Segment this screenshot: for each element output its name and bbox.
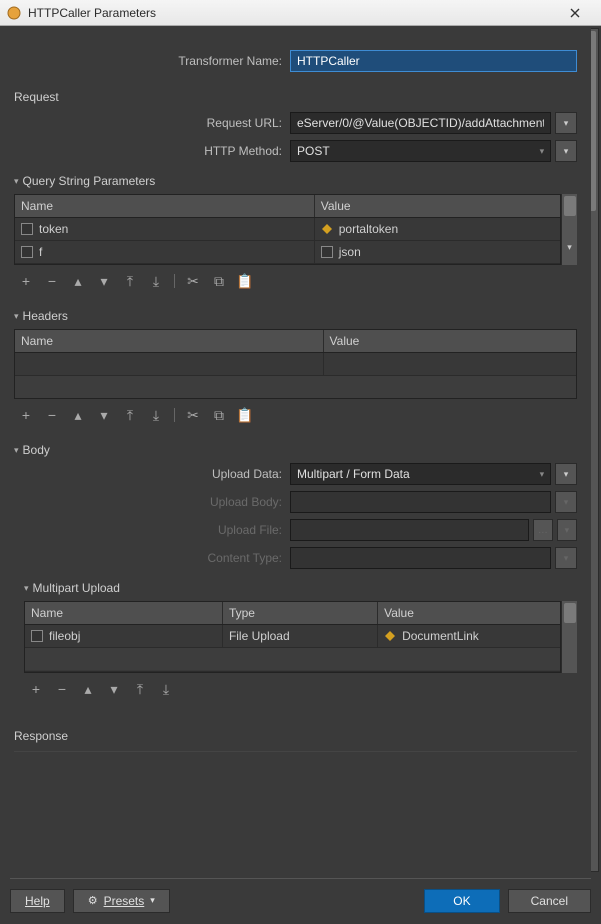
move-bottom-button[interactable]: ⤓: [148, 273, 164, 289]
copy-button[interactable]: ⧉: [211, 407, 227, 423]
chevron-down-icon: ▾: [540, 146, 545, 157]
http-method-menu-button[interactable]: ▾: [555, 140, 577, 162]
request-url-input[interactable]: [290, 112, 551, 134]
multipart-value-header: Value: [378, 602, 560, 624]
response-section-title: Response: [14, 729, 577, 743]
headers-section-toggle[interactable]: ▾ Headers: [14, 309, 577, 323]
triangle-down-icon: ▾: [24, 583, 29, 594]
move-down-button[interactable]: ▾: [106, 681, 122, 697]
ok-button[interactable]: OK: [424, 889, 499, 913]
table-row[interactable]: [15, 376, 576, 398]
help-button[interactable]: Help: [10, 889, 65, 913]
attribute-icon: [21, 246, 33, 258]
headers-value-header: Value: [324, 330, 576, 352]
transformer-name-label: Transformer Name:: [14, 54, 290, 68]
move-down-button[interactable]: ▾: [96, 273, 112, 289]
multipart-table-scrollbar[interactable]: [561, 601, 577, 673]
query-table: Name Value token portaltoken f json: [14, 194, 561, 265]
remove-row-button[interactable]: −: [54, 681, 70, 697]
transformer-name-input[interactable]: [290, 50, 577, 72]
parameter-icon: [321, 223, 333, 235]
query-value-header: Value: [315, 195, 560, 217]
table-row[interactable]: [25, 648, 560, 672]
multipart-type-header: Type: [223, 602, 378, 624]
bottom-bar: Help ⚙Presets▾ OK Cancel: [10, 878, 591, 914]
triangle-down-icon: ▾: [14, 445, 19, 456]
window-title: HTTPCaller Parameters: [28, 6, 555, 20]
upload-body-menu-button: ▾: [555, 491, 577, 513]
paste-button[interactable]: 📋: [237, 273, 253, 289]
content-area: Transformer Name: Request Request URL: ▾…: [10, 26, 591, 874]
move-top-button[interactable]: ⤒: [122, 273, 138, 289]
attribute-icon: [31, 630, 43, 642]
request-section-title: Request: [14, 90, 577, 104]
copy-button[interactable]: ⧉: [211, 273, 227, 289]
gear-icon: ⚙: [88, 894, 98, 907]
query-section-toggle[interactable]: ▾ Query String Parameters: [14, 174, 577, 188]
presets-button[interactable]: ⚙Presets▾: [73, 889, 170, 913]
chevron-down-icon: ▾: [540, 469, 545, 480]
remove-row-button[interactable]: −: [44, 273, 60, 289]
upload-data-select[interactable]: Multipart / Form Data ▾: [290, 463, 551, 485]
triangle-down-icon: ▾: [14, 176, 19, 187]
app-icon: [6, 5, 22, 21]
upload-data-menu-button[interactable]: ▾: [555, 463, 577, 485]
http-method-value: POST: [297, 144, 330, 158]
upload-data-label: Upload Data:: [14, 467, 290, 481]
move-top-button[interactable]: ⤒: [132, 681, 148, 697]
chevron-down-icon: ▾: [150, 895, 155, 906]
upload-body-label: Upload Body:: [14, 495, 290, 509]
move-up-button[interactable]: ▴: [70, 273, 86, 289]
http-method-label: HTTP Method:: [14, 144, 290, 158]
multipart-table: Name Type Value fileobj File Upload Docu…: [24, 601, 561, 673]
headers-name-header: Name: [15, 330, 324, 352]
cut-button[interactable]: ✂: [185, 273, 201, 289]
content-type-menu-button: ▾: [555, 547, 577, 569]
paste-button[interactable]: 📋: [237, 407, 253, 423]
attribute-icon: [21, 223, 33, 235]
upload-file-label: Upload File:: [14, 523, 290, 537]
parameter-icon: [384, 630, 396, 642]
upload-file-menu-button: ▾: [557, 519, 577, 541]
cancel-button[interactable]: Cancel: [508, 889, 591, 913]
query-table-toolbar: + − ▴ ▾ ⤒ ⤓ ✂ ⧉ 📋: [14, 265, 577, 297]
move-top-button[interactable]: ⤒: [122, 407, 138, 423]
move-down-button[interactable]: ▾: [96, 407, 112, 423]
move-bottom-button[interactable]: ⤓: [158, 681, 174, 697]
upload-body-input: [290, 491, 551, 513]
attribute-icon: [321, 246, 333, 258]
remove-row-button[interactable]: −: [44, 407, 60, 423]
table-row[interactable]: [15, 353, 576, 376]
titlebar: HTTPCaller Parameters: [0, 0, 601, 26]
headers-table-toolbar: + − ▴ ▾ ⤒ ⤓ ✂ ⧉ 📋: [14, 399, 577, 431]
request-url-menu-button[interactable]: ▾: [555, 112, 577, 134]
query-table-scrollbar[interactable]: ▾: [561, 194, 577, 265]
multipart-name-header: Name: [25, 602, 223, 624]
table-row[interactable]: fileobj File Upload DocumentLink: [25, 625, 560, 648]
table-row[interactable]: token portaltoken: [15, 218, 560, 241]
query-table-header: Name Value: [15, 195, 560, 218]
upload-file-browse-button: …: [533, 519, 553, 541]
table-row[interactable]: f json: [15, 241, 560, 264]
cut-button[interactable]: ✂: [185, 407, 201, 423]
http-method-select[interactable]: POST ▾: [290, 140, 551, 162]
move-up-button[interactable]: ▴: [70, 407, 86, 423]
query-name-header: Name: [15, 195, 315, 217]
move-up-button[interactable]: ▴: [80, 681, 96, 697]
move-bottom-button[interactable]: ⤓: [148, 407, 164, 423]
content-type-input: [290, 547, 551, 569]
headers-table: Name Value: [14, 329, 577, 399]
close-button[interactable]: [555, 3, 595, 23]
upload-file-input: [290, 519, 529, 541]
multipart-table-toolbar: + − ▴ ▾ ⤒ ⤓: [24, 673, 577, 705]
add-row-button[interactable]: +: [18, 273, 34, 289]
multipart-section-toggle[interactable]: ▾ Multipart Upload: [24, 581, 577, 595]
body-section-toggle[interactable]: ▾ Body: [14, 443, 577, 457]
request-url-label: Request URL:: [14, 116, 290, 130]
add-row-button[interactable]: +: [18, 407, 34, 423]
triangle-down-icon: ▾: [14, 311, 19, 322]
content-type-label: Content Type:: [14, 551, 290, 565]
add-row-button[interactable]: +: [28, 681, 44, 697]
